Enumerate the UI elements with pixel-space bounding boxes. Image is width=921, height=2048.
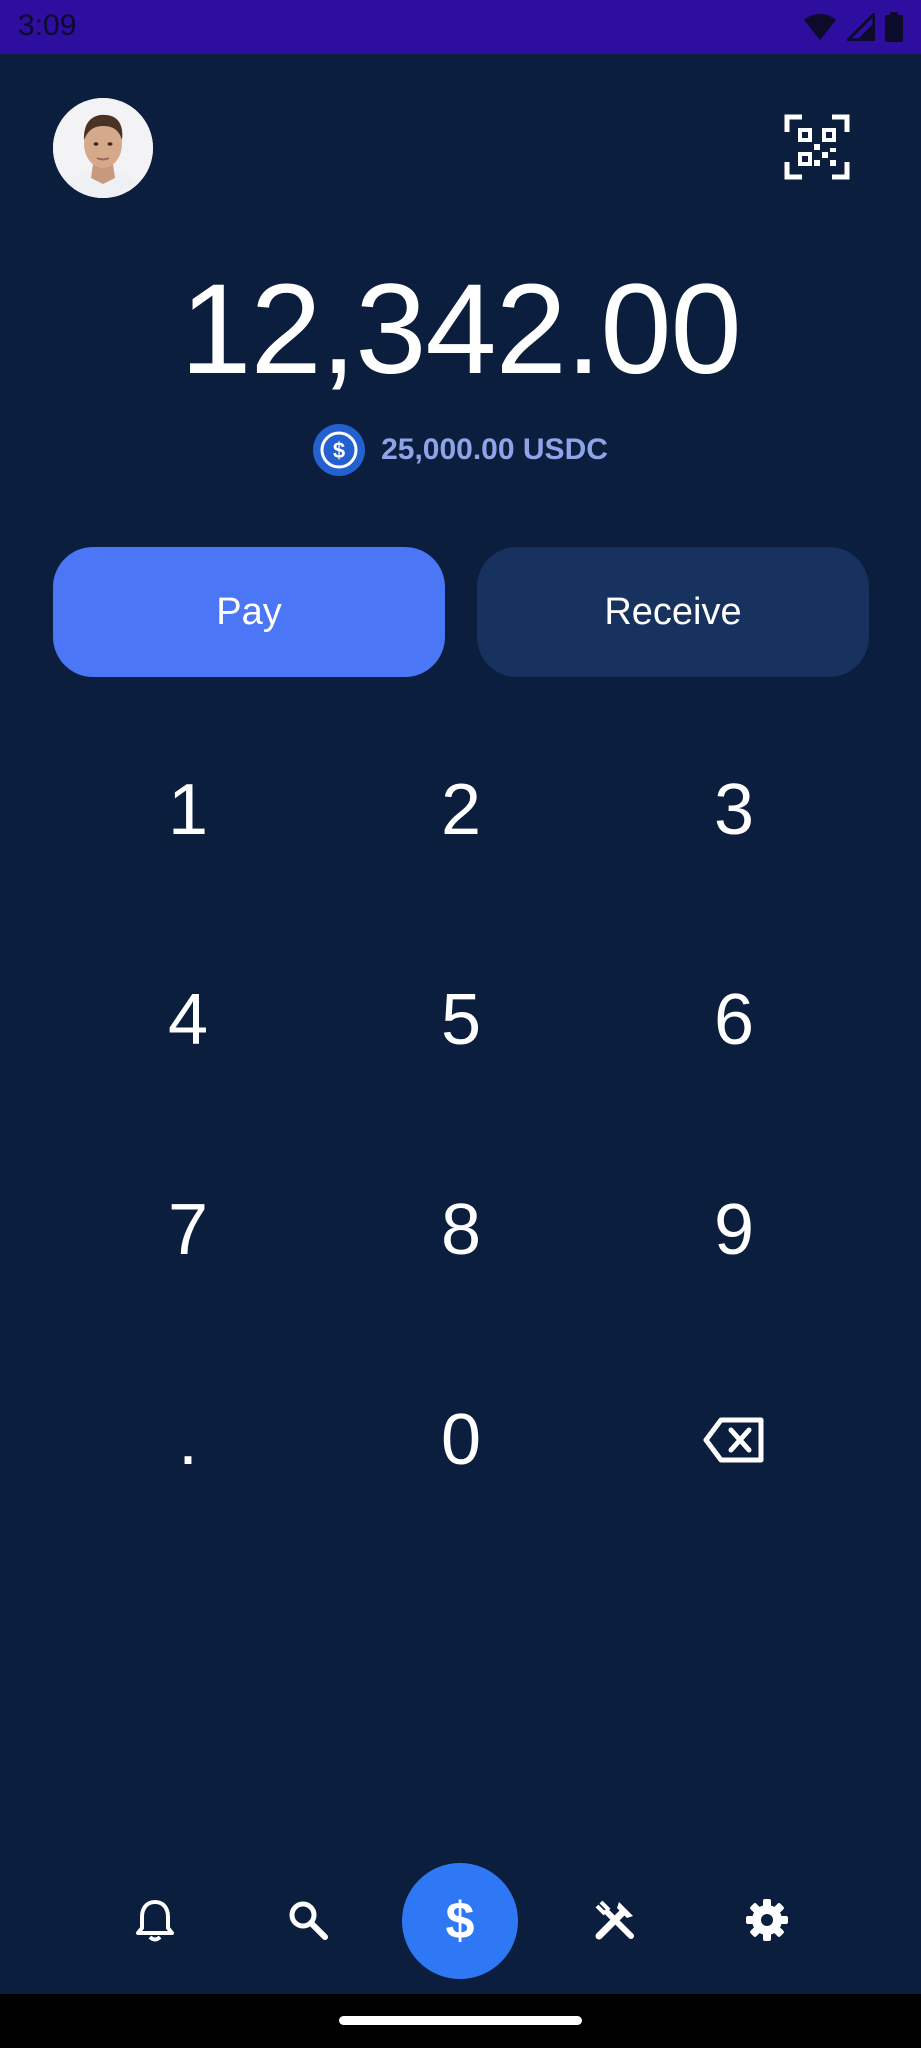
bottom-nav: $ [0,1860,921,1980]
nav-tools[interactable] [555,1860,675,1980]
svg-text:$: $ [333,438,345,463]
key-8[interactable]: 8 [341,1150,581,1310]
key-1[interactable]: 1 [68,730,308,890]
key-2[interactable]: 2 [341,730,581,890]
status-icons [803,12,903,42]
gear-icon [746,1899,788,1941]
dollar-icon: $ [445,1892,475,1950]
qr-scan-button[interactable] [784,114,850,180]
usdc-amount: 25,000.00 USDC [381,433,608,466]
key-9[interactable]: 9 [614,1150,854,1310]
balance-amount: 12,342.00 [180,258,741,401]
key-decimal[interactable]: . [68,1360,308,1520]
pay-button[interactable]: Pay [53,547,445,677]
nav-pay-button[interactable]: $ [402,1863,518,1979]
user-avatar-icon [53,98,153,198]
nav-settings[interactable] [707,1860,827,1980]
key-3[interactable]: 3 [614,730,854,890]
status-bar: 3:09 [0,0,921,54]
backspace-icon [703,1417,764,1463]
signal-icon [847,13,875,41]
backspace-key[interactable] [614,1360,854,1520]
key-5[interactable]: 5 [341,940,581,1100]
tools-icon [595,1900,634,1940]
key-4[interactable]: 4 [68,940,308,1100]
bell-icon [136,1900,174,1942]
receive-button[interactable]: Receive [477,547,869,677]
search-icon [289,1901,328,1940]
nav-notifications[interactable] [95,1860,215,1980]
key-0[interactable]: 0 [341,1360,581,1520]
usdc-balance-row: $ 25,000.00 USDC [0,424,921,476]
key-7[interactable]: 7 [68,1150,308,1310]
battery-icon [885,12,903,42]
avatar[interactable] [53,98,153,198]
key-6[interactable]: 6 [614,940,854,1100]
usdc-coin-icon: $ [313,424,366,476]
qr-code-icon [784,114,850,180]
status-time: 3:09 [18,9,77,42]
wifi-icon [804,14,836,40]
home-indicator[interactable] [339,2016,582,2025]
nav-search[interactable] [248,1860,368,1980]
